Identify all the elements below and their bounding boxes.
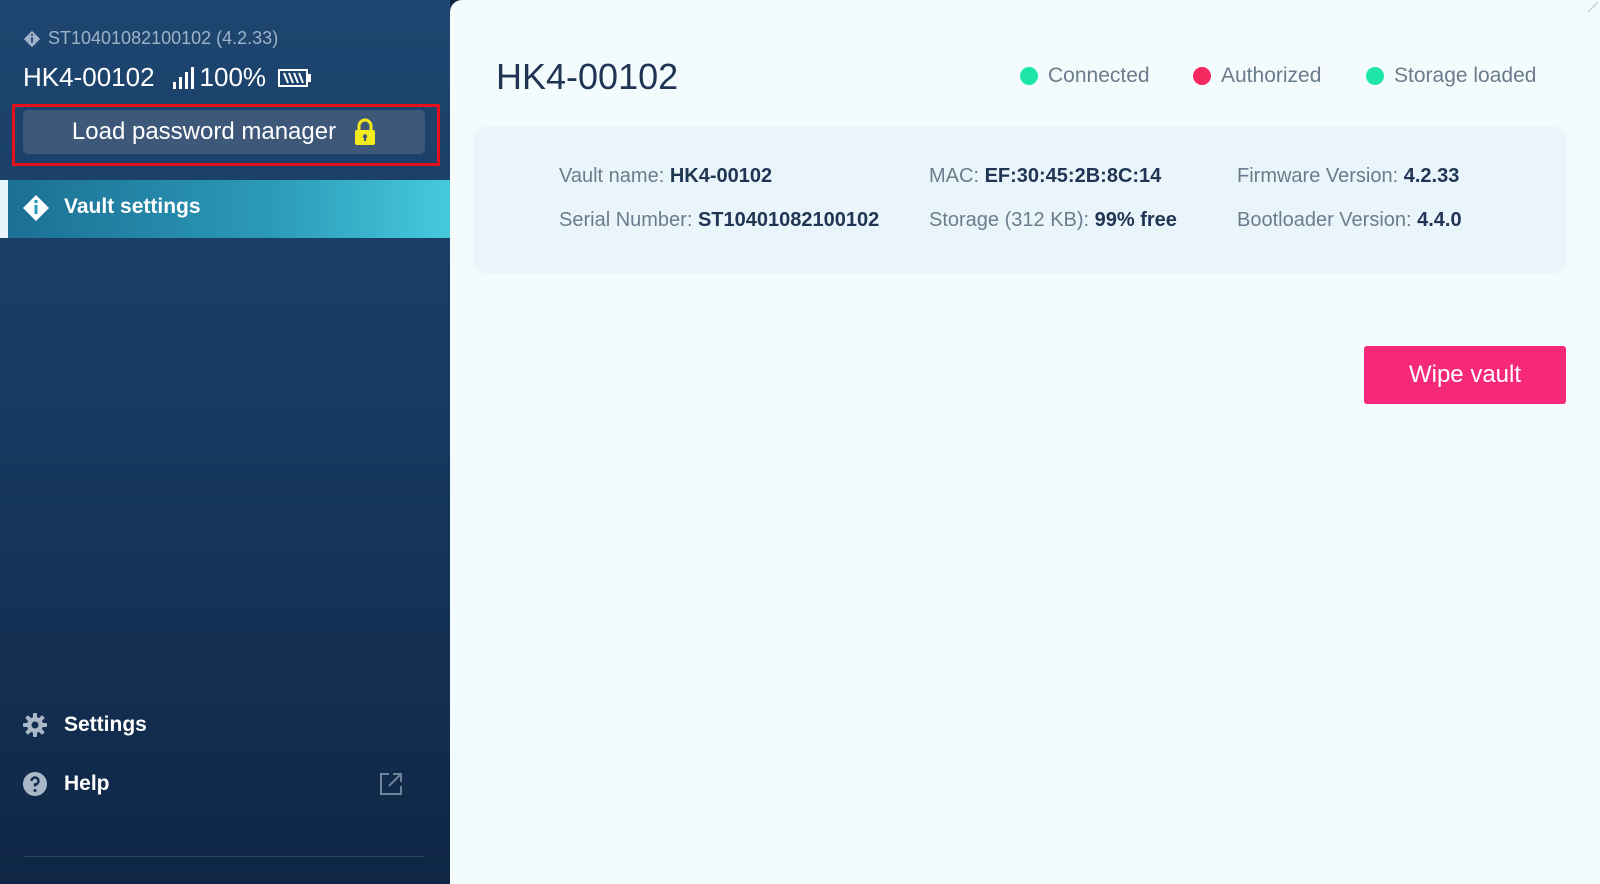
external-link-icon[interactable] bbox=[378, 771, 404, 797]
wipe-vault-label: Wipe vault bbox=[1408, 361, 1522, 388]
mac-value: EF:30:45:2B:8C:14 bbox=[984, 165, 1162, 187]
status-storage-loaded: Storage loaded bbox=[1366, 64, 1536, 88]
sidebar-item-label: Help bbox=[64, 772, 110, 795]
resize-corner-icon bbox=[1587, 1, 1599, 13]
bootloader-version-field: Bootloader Version: 4.4.0 bbox=[1237, 209, 1462, 232]
vault-name-label: Vault name: bbox=[559, 165, 665, 187]
serial-number-value: ST10401082100102 bbox=[697, 209, 880, 231]
status-dot-connected bbox=[1020, 67, 1038, 85]
sidebar-item-label: Settings bbox=[64, 713, 147, 736]
firmware-version-label: Firmware Version: bbox=[1237, 165, 1399, 187]
active-indicator bbox=[0, 180, 8, 238]
vault-name-field: Vault name: HK4-00102 bbox=[559, 165, 772, 188]
main-panel: HK4-00102 Connected Authorized Storage l… bbox=[450, 0, 1600, 884]
device-status-row: HK4-00102 100% bbox=[23, 62, 312, 93]
gear-icon bbox=[23, 713, 47, 737]
serial-number-field: Serial Number: ST10401082100102 bbox=[559, 209, 879, 232]
status-label: Connected bbox=[1048, 64, 1150, 87]
storage-value: 99% free bbox=[1094, 209, 1177, 231]
battery-percent: 100% bbox=[199, 62, 267, 92]
sidebar-item-vault-settings[interactable]: Vault settings bbox=[0, 180, 450, 238]
battery-icon bbox=[278, 68, 312, 87]
sidebar-item-help[interactable]: Help bbox=[0, 764, 450, 804]
bootloader-version-value: 4.4.0 bbox=[1417, 209, 1462, 231]
device-name: HK4-00102 bbox=[23, 62, 155, 92]
status-dot-storage-loaded bbox=[1366, 67, 1384, 85]
storage-label: Storage (312 KB): bbox=[929, 209, 1090, 231]
sidebar-item-label: Vault settings bbox=[64, 195, 201, 218]
device-id-row: ST10401082100102 (4.2.33) bbox=[23, 28, 278, 49]
sidebar-divider bbox=[23, 856, 425, 857]
status-list: Connected Authorized Storage loaded bbox=[450, 64, 1600, 94]
load-password-manager-button[interactable]: Load password manager bbox=[23, 110, 425, 154]
storage-field: Storage (312 KB): 99% free bbox=[929, 209, 1177, 232]
sidebar: ST10401082100102 (4.2.33) HK4-00102 100% bbox=[0, 0, 450, 884]
sidebar-item-settings[interactable]: Settings bbox=[0, 705, 450, 745]
wipe-vault-button[interactable]: Wipe vault bbox=[1364, 346, 1566, 404]
firmware-version-field: Firmware Version: 4.2.33 bbox=[1237, 165, 1459, 188]
lock-icon bbox=[355, 118, 376, 145]
mac-field: MAC: EF:30:45:2B:8C:14 bbox=[929, 165, 1161, 188]
help-icon bbox=[23, 772, 47, 796]
firmware-version-value: 4.2.33 bbox=[1403, 165, 1460, 187]
status-label: Storage loaded bbox=[1394, 64, 1537, 87]
serial-number-label: Serial Number: bbox=[559, 209, 693, 231]
status-label: Authorized bbox=[1221, 64, 1322, 87]
diamond-info-icon bbox=[23, 30, 41, 47]
vault-info-card: Vault name: HK4-00102 Serial Number: ST1… bbox=[474, 127, 1566, 273]
app-window: ST10401082100102 (4.2.33) HK4-00102 100% bbox=[0, 0, 1600, 884]
status-dot-authorized bbox=[1193, 67, 1211, 85]
device-id: ST10401082100102 (4.2.33) bbox=[48, 28, 279, 48]
bootloader-version-label: Bootloader Version: bbox=[1237, 209, 1412, 231]
diamond-info-icon bbox=[23, 195, 49, 221]
signal-icon bbox=[172, 66, 194, 89]
status-connected: Connected bbox=[1020, 64, 1150, 88]
mac-label: MAC: bbox=[929, 165, 979, 187]
load-password-manager-label: Load password manager bbox=[71, 118, 337, 145]
status-authorized: Authorized bbox=[1193, 64, 1321, 88]
vault-name-value: HK4-00102 bbox=[669, 165, 773, 187]
